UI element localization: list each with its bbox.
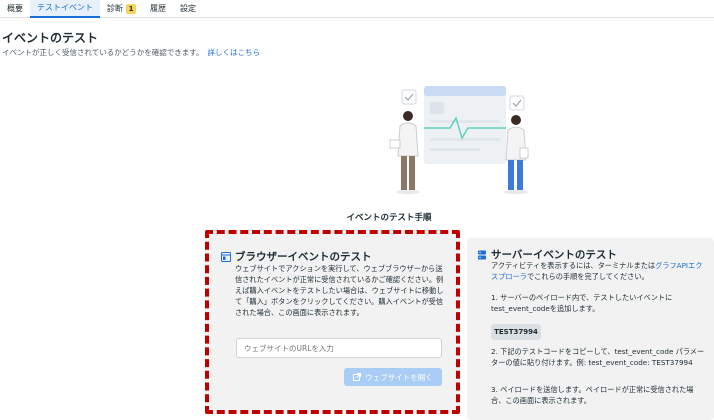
tab-bar: 概要 テストイベント 診断 1 履歴 設定 — [0, 0, 714, 18]
open-website-button[interactable]: ウェブサイトを開く — [344, 368, 442, 386]
browser-window-icon — [221, 251, 231, 262]
test-code-chip[interactable]: TEST37994 — [491, 324, 541, 340]
server-step-1: 1. サーバーのペイロード内で、テストしたいイベントにtest_event_co… — [491, 293, 673, 313]
tab-label: 履歴 — [150, 4, 166, 13]
server-step-3: 3. ペイロードを送信します。ペイロードが正常に受信された場合、この画面に表示さ… — [491, 385, 694, 405]
tab-overview[interactable]: 概要 — [0, 0, 30, 18]
tab-label: 概要 — [7, 4, 23, 13]
tab-settings[interactable]: 設定 — [173, 0, 203, 18]
tab-label: 診断 — [107, 4, 123, 13]
external-link-icon — [353, 373, 362, 381]
server-icon — [478, 250, 486, 259]
intro-prefix: アクティビティを表示するには、ターミナルまたは — [491, 261, 656, 270]
learn-more-link[interactable]: 詳しくはこちら — [208, 48, 261, 57]
tab-test-events[interactable]: テストイベント — [30, 0, 100, 18]
server-step-2: 2. 下記のテストコードをコピーして、test_event_code パラメータ… — [491, 347, 705, 367]
browser-card-header: ブラウザーイベントのテスト — [221, 249, 372, 264]
website-url-input[interactable] — [236, 338, 442, 358]
tab-label: テストイベント — [37, 3, 93, 12]
intro-suffix: でこれらの手順を完了してください。 — [526, 272, 649, 281]
server-events-card: サーバーイベントのテスト アクティビティを表示するには、ターミナルまたはグラフA… — [467, 238, 714, 420]
browser-card-title: ブラウザーイベントのテスト — [235, 251, 372, 263]
steps-heading: イベントのテスト手順 — [346, 213, 432, 223]
browser-card-description: ウェブサイトでアクションを実行して、ウェブブラウザーから送信されたイベントが正常… — [235, 264, 444, 317]
page-title: イベントのテスト — [2, 31, 99, 45]
browser-events-card: ブラウザーイベントのテスト ウェブサイトでアクションを実行して、ウェブブラウザー… — [205, 230, 460, 414]
testing-illustration — [389, 86, 529, 194]
page-subtitle: イベントが正しく受信されているかどうかを確認できます。 詳しくはこちら — [2, 47, 260, 58]
tab-diagnostics[interactable]: 診断 1 — [100, 0, 143, 18]
tab-label: 設定 — [180, 4, 196, 13]
server-card-intro: アクティビティを表示するには、ターミナルまたはグラフAPIエクスプローラでこれら… — [491, 260, 706, 282]
diagnostics-count-badge: 1 — [126, 3, 136, 14]
subtitle-text: イベントが正しく受信されているかどうかを確認できます。 — [2, 48, 204, 57]
open-website-label: ウェブサイトを開く — [365, 372, 433, 382]
tab-history[interactable]: 履歴 — [143, 0, 173, 18]
